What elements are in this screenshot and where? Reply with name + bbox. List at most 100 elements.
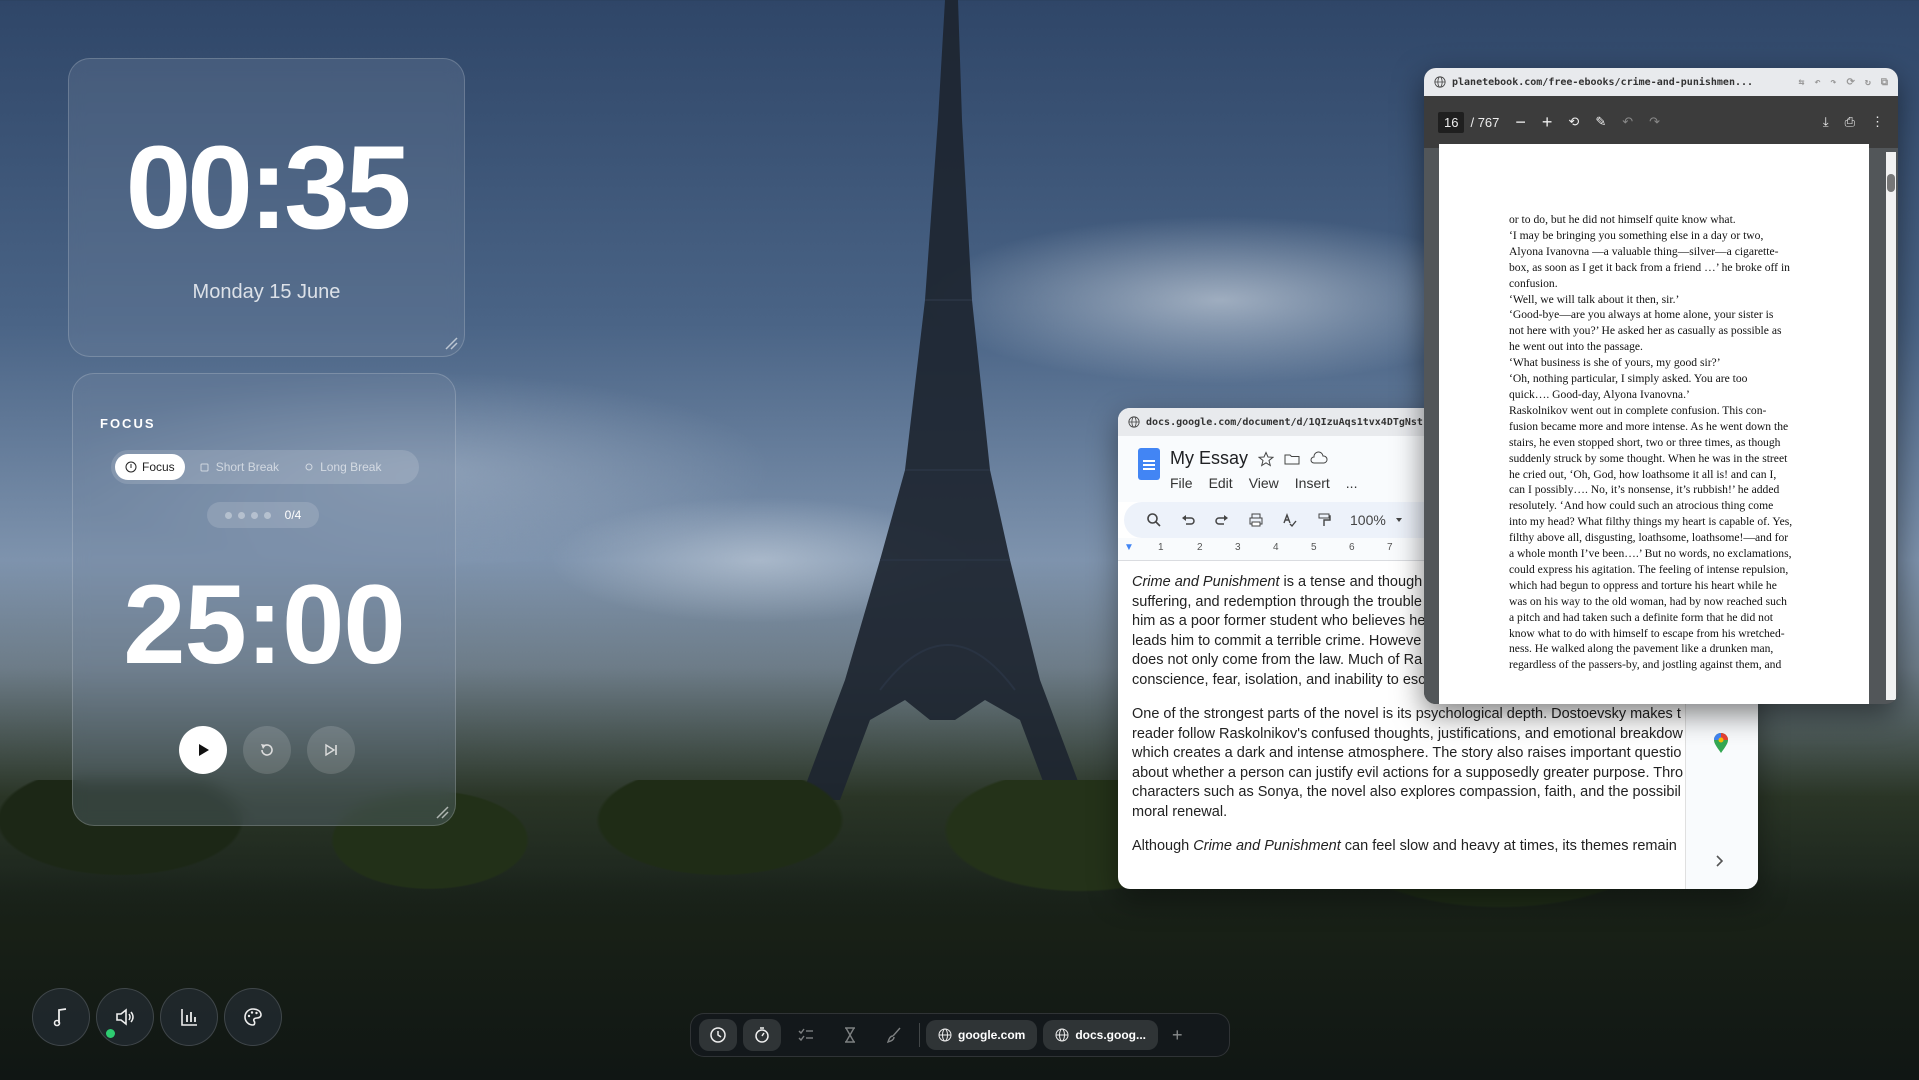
pomodoro-mode-label: FOCUS — [100, 416, 156, 431]
stats-button[interactable] — [160, 988, 218, 1046]
menu-edit[interactable]: Edit — [1209, 475, 1233, 491]
pdf-text-line: he cried out, ‘Oh, God, how loathsome it… — [1509, 467, 1777, 481]
tab-long-break[interactable]: Long Break — [293, 454, 391, 480]
translate-icon[interactable]: ⇆ — [1798, 77, 1804, 88]
doc-paragraph: Although Crime and Punishment can feel s… — [1132, 837, 1692, 857]
print-icon[interactable]: ⎙ — [1845, 114, 1855, 130]
refresh-icon[interactable]: ⟳ — [1846, 77, 1854, 88]
pdf-text-line: stairs, he even stopped short, two or th… — [1509, 435, 1781, 449]
pdf-text-line: can I possibly…. No, it’s nonsense, it’s… — [1509, 483, 1780, 497]
annotate-icon[interactable]: ✎ — [1595, 114, 1606, 130]
paint-format-icon[interactable] — [1316, 512, 1332, 528]
dock-brush-button[interactable] — [875, 1019, 913, 1051]
pdf-text-line: ‘Well, we will talk about it then, sir.’ — [1509, 292, 1680, 306]
globe-icon — [1128, 416, 1140, 428]
redo-icon[interactable] — [1214, 512, 1230, 528]
pdf-text-line: into my head? What filthy things my hear… — [1509, 515, 1793, 529]
pdf-text-line: regardless of the passers-by, and jostli… — [1509, 658, 1782, 672]
resize-handle-icon[interactable] — [435, 805, 449, 819]
doc-text: him as a poor former student who believe… — [1132, 613, 1426, 629]
theme-button[interactable] — [224, 988, 282, 1046]
stopwatch-icon — [753, 1026, 771, 1044]
dock-tab-label: google.com — [958, 1028, 1026, 1042]
pdf-scrollbar-thumb[interactable] — [1887, 174, 1895, 192]
pdf-text-line: Raskolnikov went out in complete confusi… — [1509, 403, 1767, 417]
undo-icon[interactable]: ↶ — [1622, 114, 1633, 130]
pdf-text-line: fusion became more and more intense. As … — [1509, 419, 1789, 433]
more-options-icon[interactable]: ⋮ — [1871, 114, 1884, 130]
reset-button[interactable] — [243, 726, 291, 774]
pdf-url-bar[interactable]: planetebook.com/free-ebooks/crime-and-pu… — [1424, 68, 1898, 96]
skip-button[interactable] — [307, 726, 355, 774]
chevron-right-icon[interactable] — [1714, 854, 1724, 868]
dock-tab-docs[interactable]: docs.goog... — [1043, 1020, 1159, 1050]
resize-handle-icon[interactable] — [444, 336, 458, 350]
clock-icon — [709, 1026, 727, 1044]
download-icon[interactable]: ⤓ — [1823, 114, 1829, 130]
ruler-tick: 4 — [1273, 542, 1279, 553]
pdf-text-line: was on his way to the old woman, had by … — [1509, 594, 1787, 608]
spellcheck-icon[interactable] — [1282, 512, 1298, 528]
doc-title[interactable]: My Essay — [1170, 448, 1248, 469]
dock-clock-button[interactable] — [699, 1019, 737, 1051]
tab-focus[interactable]: Focus — [115, 454, 185, 480]
focus-icon — [125, 461, 137, 473]
pdf-text-line: he went out into the passage. — [1509, 340, 1643, 354]
maps-icon[interactable] — [1712, 732, 1730, 754]
fit-page-icon[interactable]: ⟲ — [1568, 114, 1579, 130]
ruler-tick: 7 — [1387, 542, 1393, 553]
back-icon[interactable]: ↶ — [1814, 77, 1820, 88]
music-button[interactable] — [32, 988, 90, 1046]
docs-url: docs.google.com/document/d/1QIzuAqs1tvx4… — [1146, 416, 1423, 428]
doc-text: Although — [1132, 838, 1194, 854]
doc-text: One of the strongest parts of the novel … — [1132, 706, 1681, 722]
zoom-select[interactable]: 100% — [1350, 512, 1404, 528]
menu-view[interactable]: View — [1249, 475, 1279, 491]
add-tab-button[interactable]: + — [1164, 1025, 1191, 1046]
page-number-input[interactable]: 16 — [1438, 111, 1465, 133]
menu-file[interactable]: File — [1170, 475, 1193, 491]
sound-button[interactable] — [96, 988, 154, 1046]
pomodoro-timer: 25:00 — [123, 562, 405, 687]
doc-text: leads him to commit a terrible crime. Ho… — [1132, 632, 1422, 649]
play-button[interactable] — [179, 726, 227, 774]
zoom-in-icon[interactable]: + — [1542, 112, 1553, 133]
chart-icon — [178, 1006, 200, 1028]
dock-divider — [919, 1023, 920, 1047]
redo-icon[interactable]: ↷ — [1649, 114, 1660, 130]
pdf-text-line: filthy above all, disgusting, loathsome,… — [1509, 531, 1789, 545]
star-icon[interactable] — [1258, 450, 1275, 467]
reload-icon[interactable]: ↻ — [1865, 77, 1871, 88]
dock-hourglass-button[interactable] — [831, 1019, 869, 1051]
doc-text: suffering, and redemption through the tr… — [1132, 593, 1422, 610]
print-icon[interactable] — [1248, 512, 1264, 528]
pdf-text-line: resolutely. ‘And how could such an atroc… — [1509, 499, 1774, 513]
menu-insert[interactable]: Insert — [1295, 475, 1330, 491]
sun-icon — [303, 461, 315, 473]
dock-timer-button[interactable] — [743, 1019, 781, 1051]
pdf-text-line: quick…. Good-day, Alyona Ivanovna.’ — [1509, 387, 1690, 401]
folder-icon[interactable] — [1284, 451, 1300, 467]
pdf-text-line: could express his agitation. The feeling… — [1509, 562, 1789, 576]
ruler-tick: 1 — [1158, 542, 1164, 553]
search-icon[interactable] — [1146, 512, 1162, 528]
menu-more[interactable]: ... — [1346, 475, 1358, 491]
forward-icon[interactable]: ↷ — [1830, 77, 1836, 88]
pdf-text-line: a pitch and had taken such a definite fo… — [1509, 610, 1773, 624]
checklist-icon — [797, 1026, 815, 1044]
ruler-tick: 2 — [1197, 542, 1203, 553]
doc-side-panel — [1685, 702, 1758, 889]
pdf-scrollbar[interactable] — [1886, 152, 1896, 700]
pdf-text-line: ‘Oh, nothing particular, I simply asked.… — [1509, 372, 1748, 386]
dock-tasks-button[interactable] — [787, 1019, 825, 1051]
ruler-tick: 5 — [1311, 542, 1317, 553]
open-external-icon[interactable]: ⧉ — [1881, 77, 1888, 88]
tab-short-break[interactable]: Short Break — [189, 454, 289, 480]
cloud-icon[interactable] — [1310, 450, 1328, 467]
chevron-down-icon — [1394, 515, 1404, 525]
dock-tab-google[interactable]: google.com — [926, 1020, 1038, 1050]
undo-icon[interactable] — [1180, 512, 1196, 528]
pdf-text-line: know what to do with himself to escape f… — [1509, 626, 1785, 640]
indent-marker-icon[interactable]: ▼ — [1124, 542, 1134, 553]
zoom-out-icon[interactable]: − — [1515, 112, 1526, 133]
